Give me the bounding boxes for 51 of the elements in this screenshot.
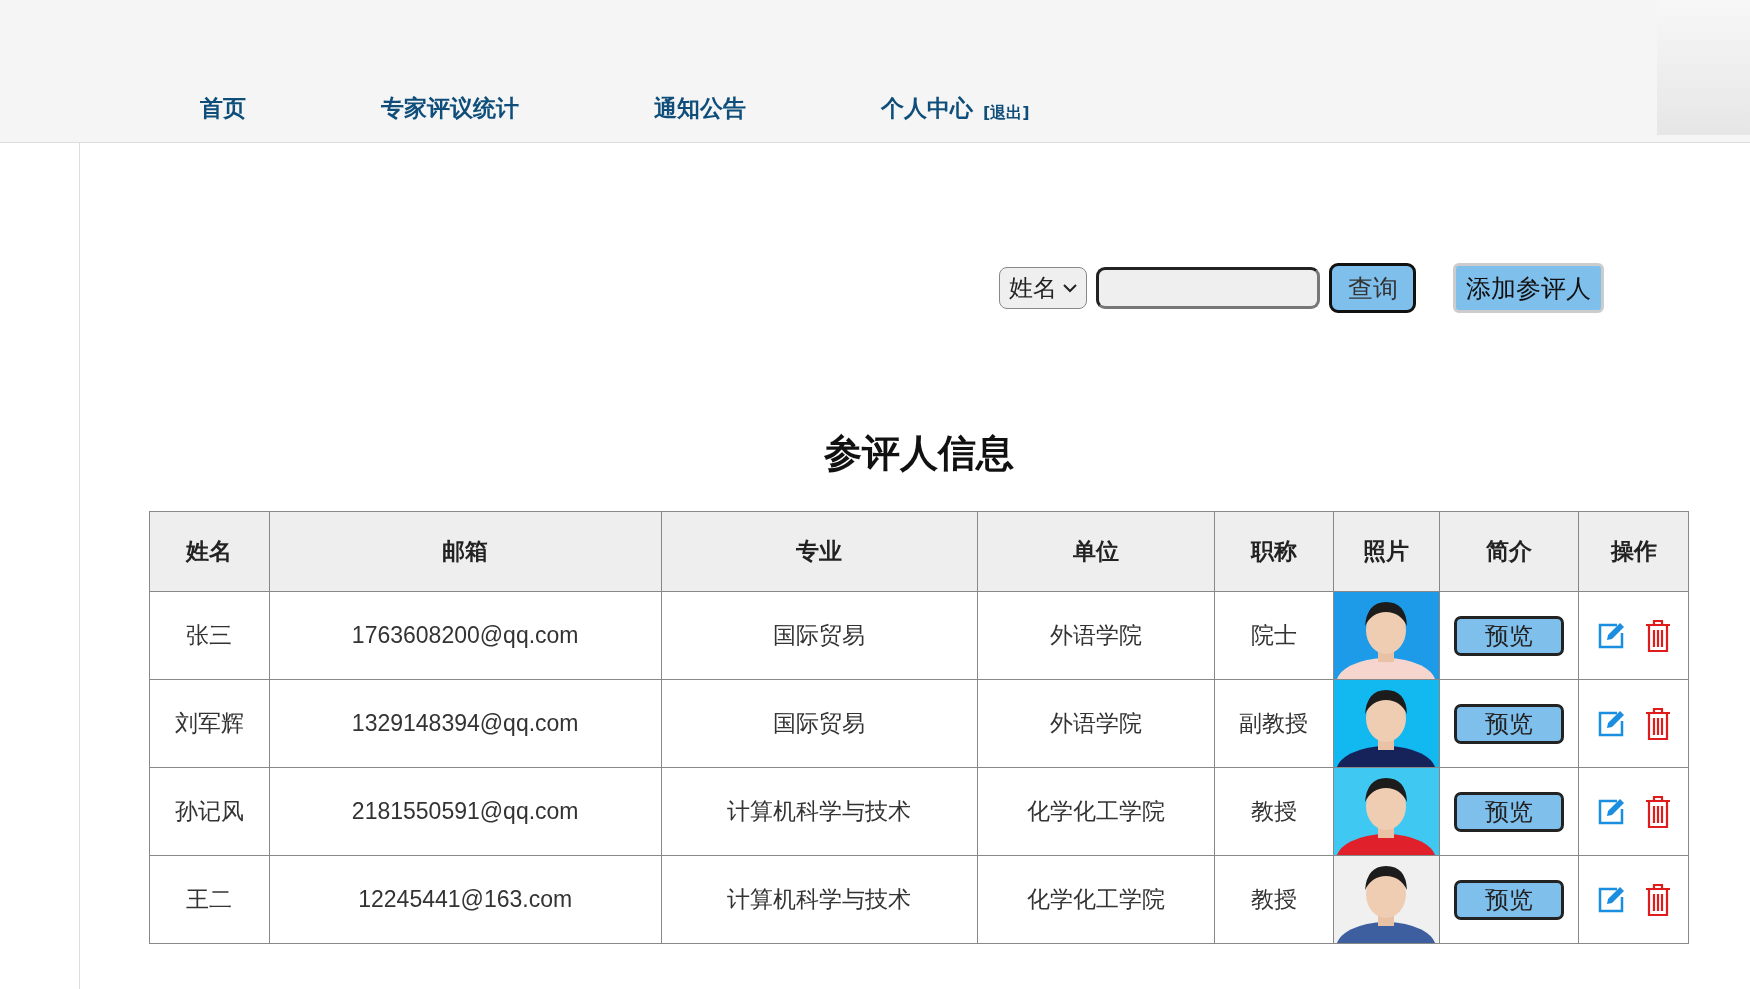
table-cell: 计算机科学与技术 bbox=[661, 767, 978, 856]
table-cell: 教授 bbox=[1214, 855, 1334, 944]
table-cell: 王二 bbox=[149, 855, 270, 944]
column-header: 职称 bbox=[1214, 511, 1334, 592]
column-header: 简介 bbox=[1439, 511, 1579, 592]
column-header: 专业 bbox=[661, 511, 978, 592]
table-cell: 院士 bbox=[1214, 591, 1334, 680]
preview-button[interactable]: 预览 bbox=[1454, 615, 1565, 656]
table-cell: 12245441@163.com bbox=[269, 855, 662, 944]
edit-icon[interactable] bbox=[1596, 885, 1625, 914]
column-header: 操作 bbox=[1578, 511, 1689, 592]
table-cell: 教授 bbox=[1214, 767, 1334, 856]
delete-icon[interactable] bbox=[1644, 795, 1671, 828]
chevron-down-icon bbox=[1063, 283, 1077, 293]
table-cell: 国际贸易 bbox=[661, 591, 978, 680]
edit-icon[interactable] bbox=[1596, 797, 1625, 826]
column-header: 单位 bbox=[977, 511, 1215, 592]
logout-link[interactable]: [退出] bbox=[983, 103, 1030, 124]
table-cell: 刘军辉 bbox=[149, 679, 270, 768]
nav-link[interactable]: 首页 bbox=[200, 93, 246, 124]
page-title: 参评人信息 bbox=[823, 430, 1015, 477]
table-cell: 国际贸易 bbox=[661, 679, 978, 768]
preview-button[interactable]: 预览 bbox=[1454, 791, 1565, 832]
column-header: 照片 bbox=[1333, 511, 1440, 592]
table-cell: 计算机科学与技术 bbox=[661, 855, 978, 944]
table-cell: 化学化工学院 bbox=[977, 855, 1215, 944]
edit-icon[interactable] bbox=[1596, 709, 1625, 738]
preview-button[interactable]: 预览 bbox=[1454, 879, 1565, 920]
table-cell: 外语学院 bbox=[977, 591, 1215, 680]
table-cell: 化学化工学院 bbox=[977, 767, 1215, 856]
table-cell: 1329148394@qq.com bbox=[269, 679, 662, 768]
nav-link[interactable]: 通知公告 bbox=[654, 93, 746, 124]
nav-link[interactable]: 专家评议统计 bbox=[381, 93, 519, 124]
search-button[interactable]: 查询 bbox=[1329, 263, 1416, 313]
table-cell: 外语学院 bbox=[977, 679, 1215, 768]
table-cell: 2181550591@qq.com bbox=[269, 767, 662, 856]
column-header: 邮箱 bbox=[269, 511, 662, 592]
field-select[interactable]: 姓名 bbox=[999, 267, 1087, 309]
table-cell: 张三 bbox=[149, 591, 270, 680]
table-cell: 孙记风 bbox=[149, 767, 270, 856]
column-header: 姓名 bbox=[149, 511, 270, 592]
nav-link[interactable]: 个人中心 bbox=[881, 93, 973, 124]
add-button[interactable]: 添加参评人 bbox=[1453, 263, 1604, 313]
preview-button[interactable]: 预览 bbox=[1454, 703, 1565, 744]
delete-icon[interactable] bbox=[1644, 707, 1671, 740]
search-field[interactable] bbox=[1096, 267, 1320, 309]
edit-icon[interactable] bbox=[1596, 621, 1625, 650]
delete-icon[interactable] bbox=[1644, 883, 1671, 916]
table-cell: 副教授 bbox=[1214, 679, 1334, 768]
table-cell: 1763608200@qq.com bbox=[269, 591, 662, 680]
delete-icon[interactable] bbox=[1644, 619, 1671, 652]
